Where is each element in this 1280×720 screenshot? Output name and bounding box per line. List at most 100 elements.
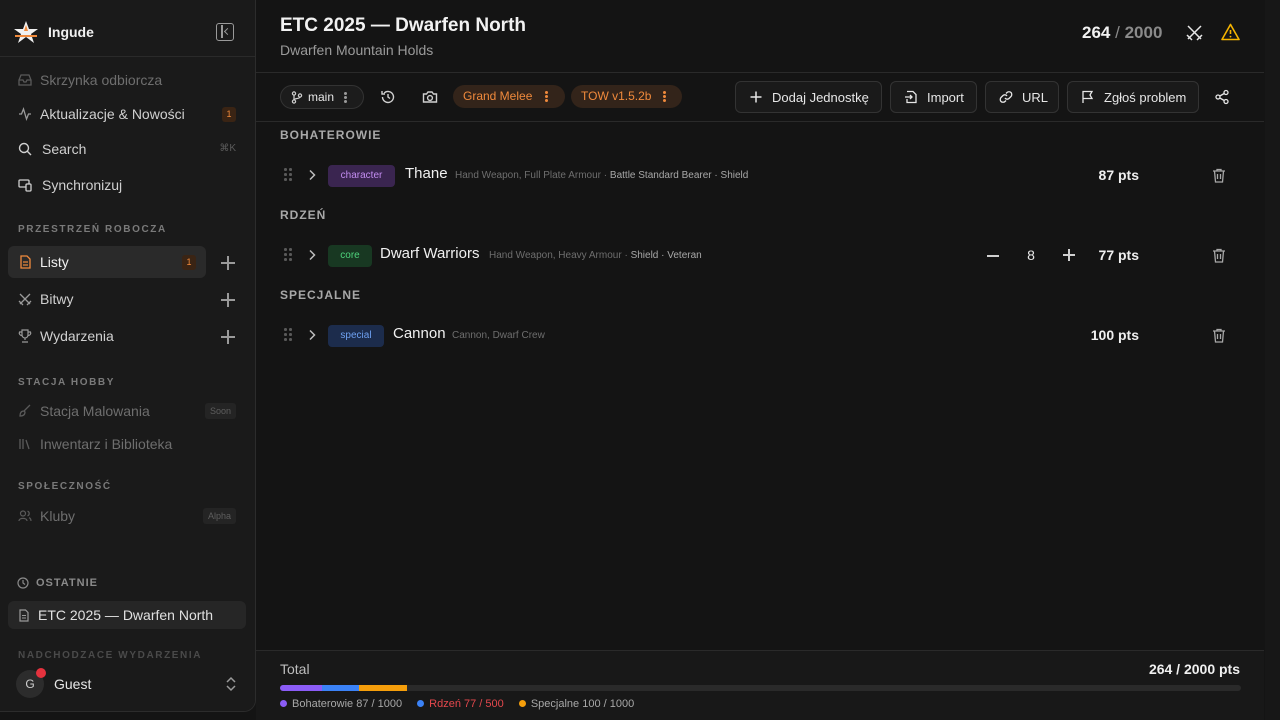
sidebar-item-label: Aktualizacje & Nowości — [40, 106, 185, 122]
unit-points: 100 pts — [1090, 327, 1139, 343]
legend-item-core: Rdzeń 77 / 500 — [417, 698, 504, 710]
quantity-value: 8 — [1027, 247, 1035, 263]
history-icon[interactable] — [380, 89, 396, 105]
points-progress-bar — [280, 685, 1241, 691]
users-icon — [18, 510, 32, 522]
legend-label: Rdzeń 77 / 500 — [429, 698, 504, 710]
share-icon[interactable] — [1214, 89, 1230, 105]
chevron-right-icon[interactable] — [306, 169, 318, 181]
trash-icon[interactable] — [1212, 328, 1226, 343]
import-button[interactable]: Import — [890, 81, 977, 113]
crossed-swords-icon — [18, 293, 32, 306]
unit-equipment: Cannon, Dwarf Crew — [452, 330, 545, 341]
unit-row[interactable]: special Cannon Cannon, Dwarf Crew 100 pt… — [280, 316, 1264, 356]
version-chip[interactable]: TOW v1.5.2b — [571, 85, 682, 108]
sidebar-item-inbox[interactable]: Skrzynka odbiorcza — [8, 64, 246, 96]
branch-label: main — [308, 90, 335, 104]
points-footer: Total 264 / 2000 pts Bohaterowie 87 / 10… — [256, 650, 1264, 720]
unit-row[interactable]: core Dwarf Warriors Hand Weapon, Heavy A… — [280, 236, 1264, 276]
drag-handle-icon[interactable] — [284, 248, 292, 262]
points-current: 264 — [1082, 23, 1111, 42]
decrease-quantity-button[interactable] — [987, 255, 999, 257]
version-menu-icon[interactable] — [663, 91, 666, 102]
unit-row[interactable]: character Thane Hand Weapon, Full Plate … — [280, 156, 1264, 196]
sidebar: Ingude Skrzynka odbiorcza Aktualizacje &… — [0, 0, 256, 712]
points-separator: / — [1115, 23, 1120, 42]
add-event-icon[interactable] — [221, 330, 235, 344]
sidebar-item-label: Stacja Malowania — [40, 403, 150, 419]
format-label: Grand Melee — [463, 89, 533, 103]
url-label: URL — [1022, 90, 1049, 105]
plus-icon — [750, 91, 762, 103]
report-problem-button[interactable]: Zgłoś problem — [1067, 81, 1199, 113]
sidebar-item-search[interactable]: Search ⌘K — [8, 133, 246, 165]
warning-icon[interactable] — [1221, 23, 1240, 41]
format-chip[interactable]: Grand Melee — [453, 85, 565, 108]
format-menu-icon[interactable] — [545, 91, 548, 102]
search-shortcut: ⌘K — [219, 143, 236, 154]
legend-item-heroes: Bohaterowie 87 / 1000 — [280, 698, 402, 710]
sidebar-item-sync[interactable]: Synchronizuj — [8, 169, 246, 201]
sync-devices-icon — [18, 179, 32, 192]
add-unit-button[interactable]: Dodaj Jednostkę — [735, 81, 882, 113]
sidebar-item-lists[interactable]: Listy 1 — [8, 246, 206, 278]
legend-dot — [280, 700, 287, 707]
chevrons-up-down-icon — [226, 676, 236, 692]
scrollbar[interactable] — [1265, 0, 1280, 720]
activity-icon — [19, 107, 31, 121]
trash-icon[interactable] — [1212, 168, 1226, 183]
chevron-right-icon[interactable] — [306, 329, 318, 341]
camera-icon[interactable] — [422, 89, 438, 105]
chevron-right-icon[interactable] — [306, 249, 318, 261]
unit-type-tag: special — [328, 325, 384, 347]
legend-label: Specjalne 100 / 1000 — [530, 698, 635, 710]
category-title-core: RDZEŃ — [280, 208, 327, 222]
crossed-swords-icon[interactable] — [1186, 24, 1203, 41]
category-title-special: SPECJALNE — [280, 288, 362, 302]
sidebar-item-label: Inwentarz i Biblioteka — [40, 436, 173, 452]
collapse-sidebar-icon[interactable] — [216, 23, 234, 41]
legend-label: Bohaterowie 87 / 1000 — [292, 698, 403, 710]
total-label: Total — [280, 661, 310, 677]
legend-dot — [417, 700, 425, 707]
unit-name: Cannon — [393, 325, 446, 342]
unit-equipment-base: Hand Weapon, Heavy Armour — [489, 250, 622, 261]
sidebar-item-battles[interactable]: Bitwy — [8, 283, 246, 315]
sidebar-item-label: Listy — [40, 254, 69, 270]
section-title-workspace: PRZESTRZEŃ ROBOCZA — [18, 224, 167, 235]
clock-icon — [17, 577, 29, 589]
add-battle-icon[interactable] — [221, 293, 235, 307]
add-unit-label: Dodaj Jednostkę — [772, 90, 869, 105]
unit-type-tag: core — [328, 245, 372, 267]
page-subtitle: Dwarfen Mountain Holds — [280, 42, 434, 58]
unit-options: Shield · Veteran — [630, 250, 702, 261]
url-button[interactable]: URL — [985, 81, 1059, 113]
section-title-community: SPOŁECZNOŚĆ — [18, 481, 112, 492]
unit-type-tag: character — [328, 165, 395, 187]
drag-handle-icon[interactable] — [284, 328, 292, 342]
user-menu[interactable]: G Guest — [0, 660, 255, 711]
increase-quantity-button[interactable] — [1063, 249, 1075, 261]
section-title-recent: OSTATNIE — [36, 577, 98, 589]
drag-handle-icon[interactable] — [284, 168, 292, 182]
sidebar-item-clubs[interactable]: Kluby Alpha — [8, 500, 246, 532]
sidebar-header: Ingude — [0, 0, 255, 57]
app-name: Ingude — [48, 24, 94, 40]
sidebar-item-painting[interactable]: Stacja Malowania Soon — [8, 395, 246, 427]
branch-selector[interactable]: main — [280, 85, 364, 109]
alpha-badge: Alpha — [202, 508, 236, 524]
git-branch-icon — [291, 91, 303, 104]
unit-points: 87 pts — [1098, 167, 1139, 183]
sidebar-item-events[interactable]: Wydarzenia — [8, 320, 246, 352]
branch-menu-icon[interactable] — [344, 92, 347, 103]
unit-options: Battle Standard Bearer · Shield — [609, 170, 749, 181]
legend-dot — [518, 700, 526, 707]
sidebar-item-library[interactable]: Inwentarz i Biblioteka — [8, 428, 246, 460]
search-icon — [18, 142, 32, 156]
sidebar-item-updates[interactable]: Aktualizacje & Nowości 1 — [8, 98, 246, 130]
lists-badge: 1 — [182, 255, 196, 270]
add-list-icon[interactable] — [221, 256, 235, 270]
points-max: 2000 — [1124, 23, 1163, 42]
trash-icon[interactable] — [1212, 248, 1226, 263]
recent-item[interactable]: ETC 2025 — Dwarfen North — [8, 601, 246, 629]
